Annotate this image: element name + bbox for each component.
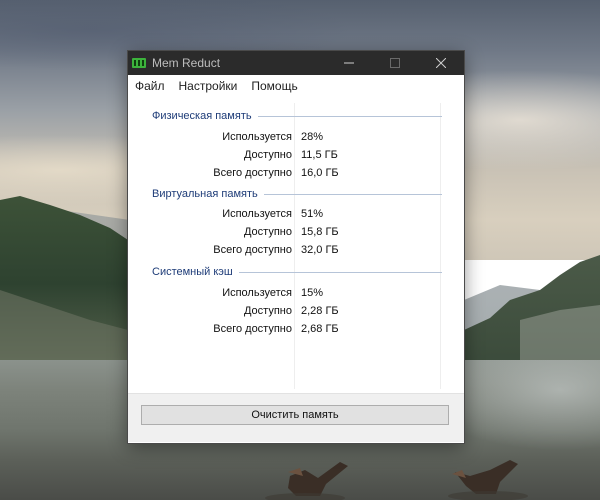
group-title: Системный кэш <box>152 266 233 278</box>
stat-row: Используется 28% <box>128 129 464 147</box>
menu-file[interactable]: Файл <box>128 75 172 97</box>
group-rule <box>238 271 442 273</box>
menu-bar: Файл Настройки Помощь <box>128 75 464 97</box>
close-icon <box>436 58 446 68</box>
stat-label: Доступно <box>243 149 292 161</box>
footer-bar: Очистить память <box>128 393 464 442</box>
stat-label: Всего доступно <box>213 323 292 335</box>
minimize-button[interactable] <box>326 51 372 75</box>
stat-value: 32,0 ГБ <box>301 244 339 256</box>
stat-value: 2,68 ГБ <box>301 323 339 335</box>
stat-label: Используется <box>222 131 292 143</box>
stat-row: Используется 15% <box>128 285 464 303</box>
stat-value: 11,5 ГБ <box>301 149 338 161</box>
window-title: Mem Reduct <box>152 56 221 70</box>
maximize-button[interactable] <box>372 51 418 75</box>
stat-row: Всего доступно 16,0 ГБ <box>128 165 464 183</box>
stat-label: Используется <box>222 208 292 220</box>
stat-label: Используется <box>222 287 292 299</box>
group-title: Физическая память <box>152 110 252 122</box>
stat-value: 2,28 ГБ <box>301 305 339 317</box>
menu-help[interactable]: Помощь <box>244 75 304 97</box>
stat-row: Доступно 11,5 ГБ <box>128 147 464 165</box>
app-memory-icon <box>132 58 146 68</box>
stat-label: Всего доступно <box>213 167 292 179</box>
stat-value: 51% <box>301 208 324 220</box>
minimize-icon <box>344 62 354 64</box>
group-rule <box>263 193 442 195</box>
stat-row: Всего доступно 2,68 ГБ <box>128 321 464 339</box>
stat-value: 16,0 ГБ <box>301 167 339 179</box>
stat-value: 15,8 ГБ <box>301 226 339 238</box>
stat-label: Всего доступно <box>213 244 292 256</box>
mem-reduct-window: Mem Reduct Файл Настройки Помощь Физичес… <box>128 51 464 443</box>
stat-row: Доступно 2,28 ГБ <box>128 303 464 321</box>
title-bar[interactable]: Mem Reduct <box>128 51 464 75</box>
stat-value: 15% <box>301 287 324 299</box>
window-controls <box>326 51 464 75</box>
group-rule <box>257 115 442 117</box>
group-system-cache: Системный кэш <box>152 264 442 280</box>
group-virtual-memory: Виртуальная память <box>152 186 442 202</box>
stat-row: Всего доступно 32,0 ГБ <box>128 242 464 260</box>
stat-label: Доступно <box>243 305 292 317</box>
stat-value: 28% <box>301 131 324 143</box>
close-button[interactable] <box>418 51 464 75</box>
maximize-icon <box>390 58 400 68</box>
stat-label: Доступно <box>243 226 292 238</box>
menu-settings[interactable]: Настройки <box>172 75 245 97</box>
memory-stats-panel: Физическая память Используется 28% Досту… <box>128 97 464 393</box>
clean-memory-button[interactable]: Очистить память <box>141 405 449 425</box>
group-title: Виртуальная память <box>152 188 258 200</box>
group-physical-memory: Физическая память <box>152 108 442 124</box>
stat-row: Используется 51% <box>128 206 464 224</box>
stat-row: Доступно 15,8 ГБ <box>128 224 464 242</box>
